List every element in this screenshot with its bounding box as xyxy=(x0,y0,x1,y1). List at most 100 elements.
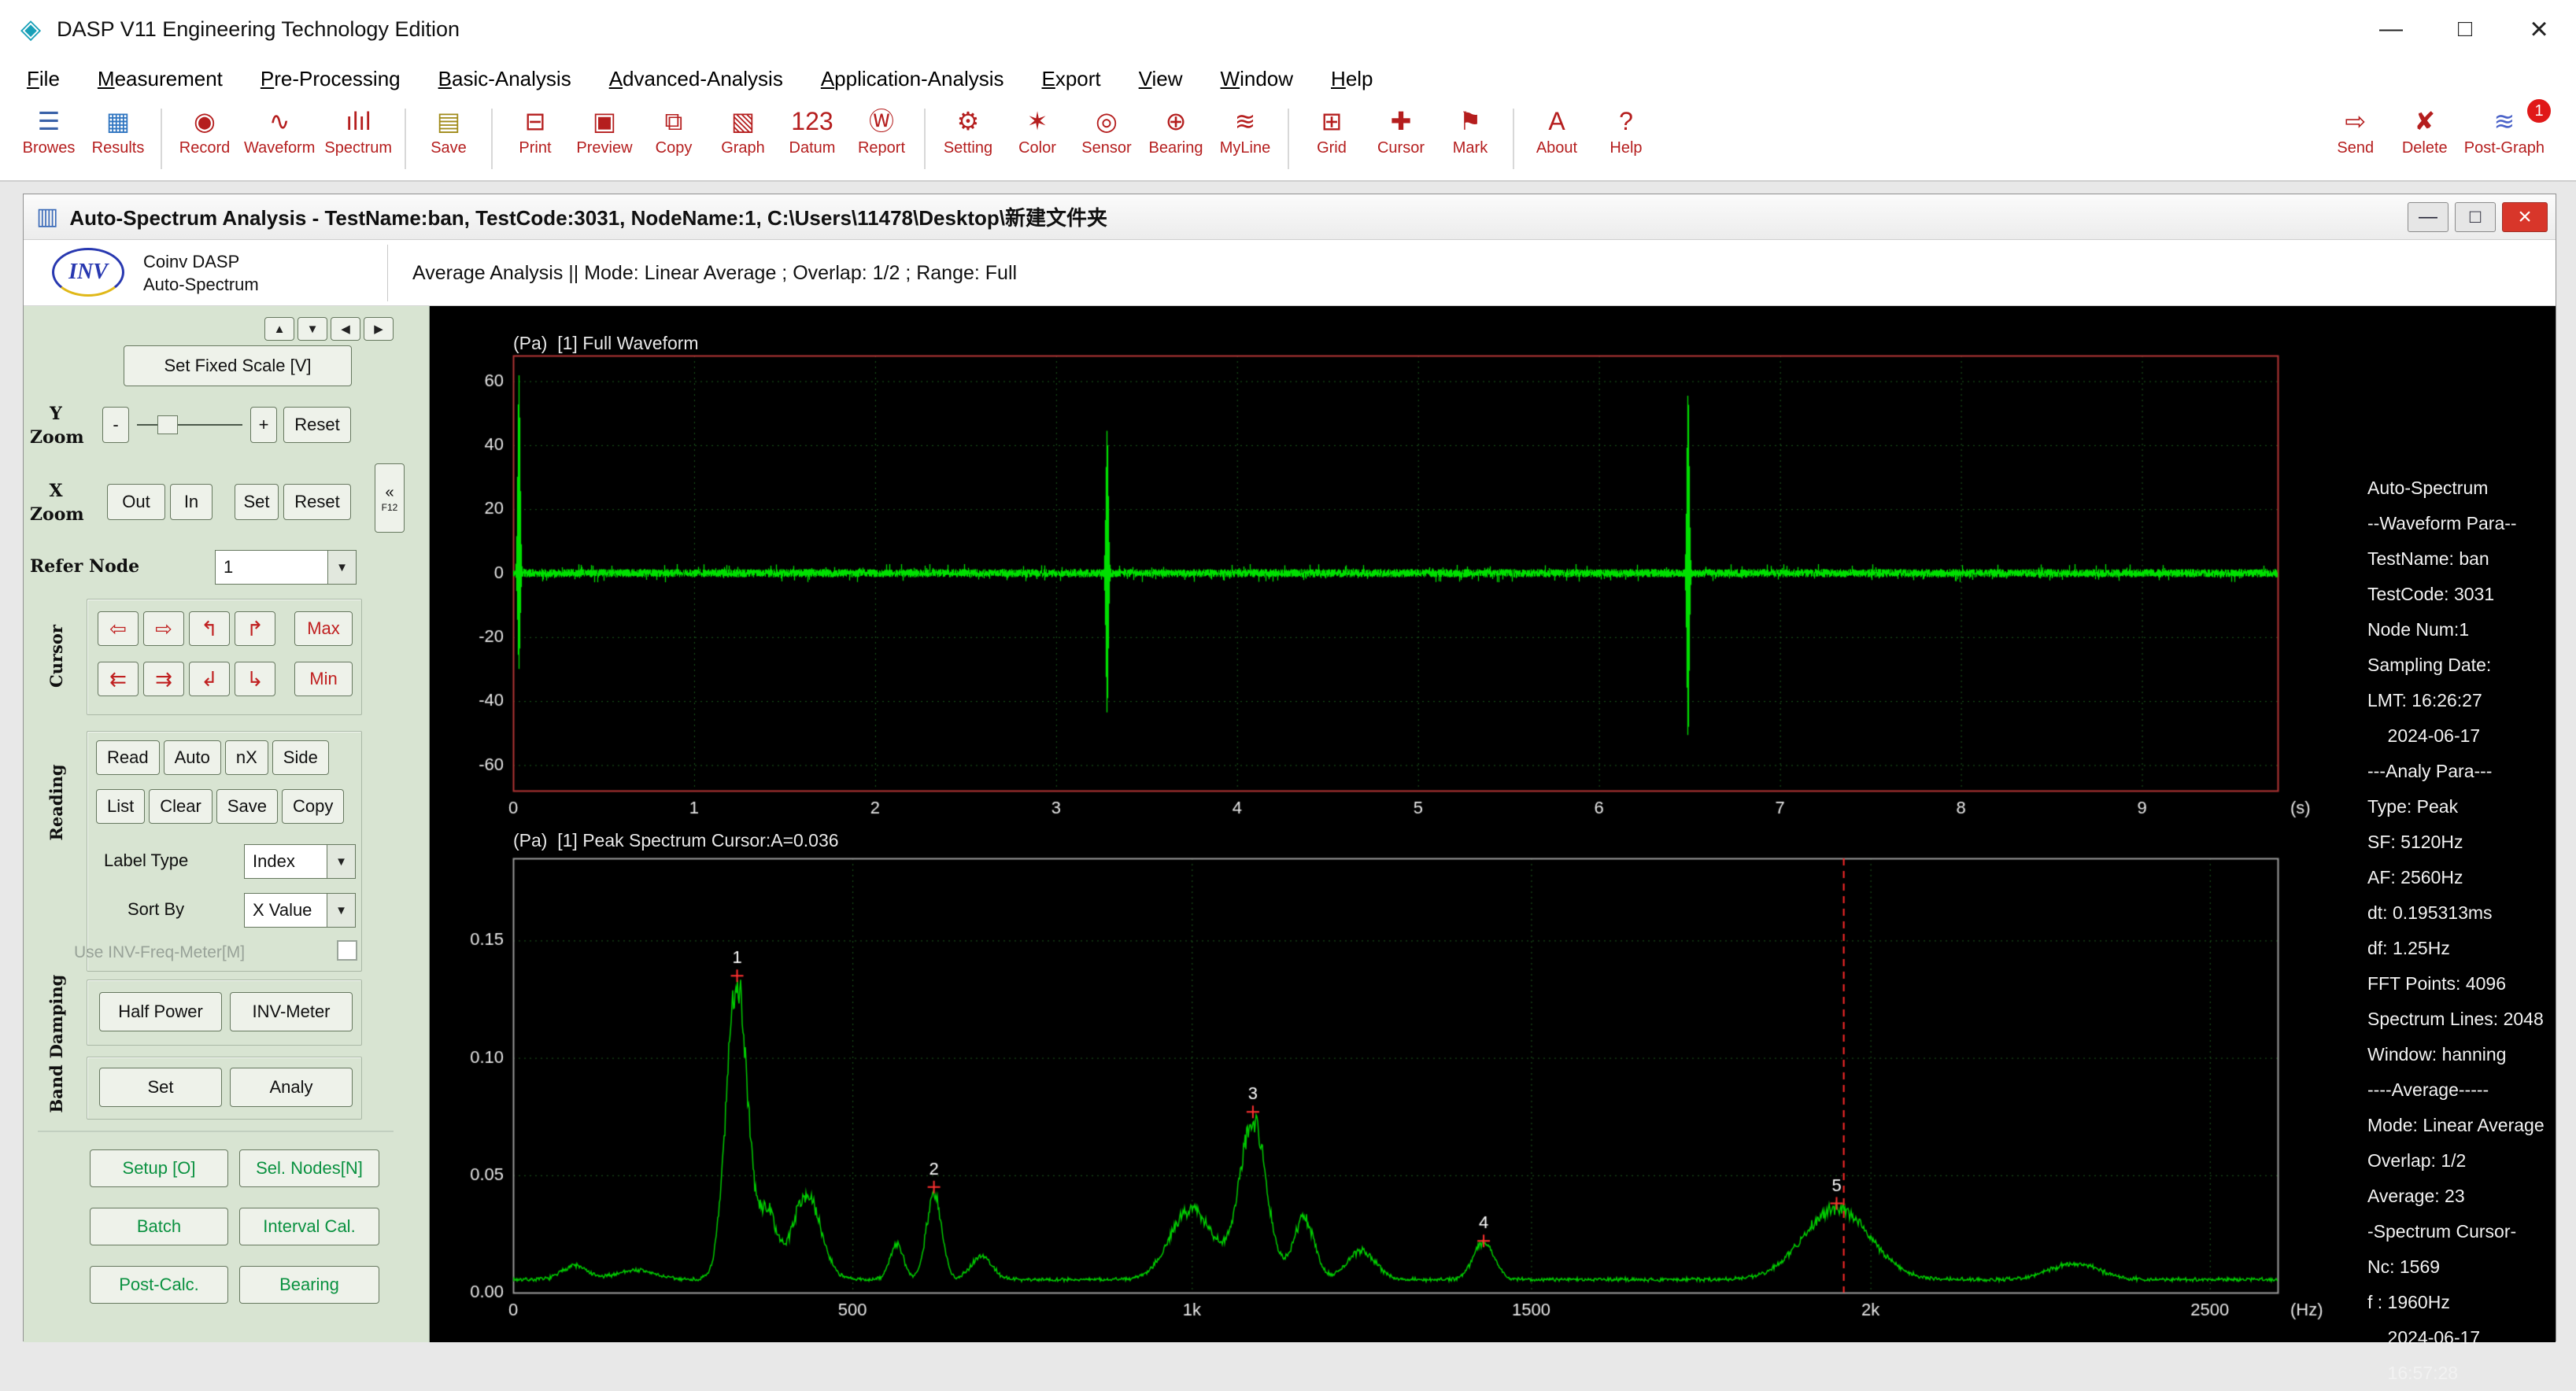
sort-by-select[interactable]: X Value ▼ xyxy=(244,893,356,928)
cursor-group-label: Cursor xyxy=(46,625,66,688)
refer-node-select[interactable]: 1 ▼ xyxy=(215,550,357,585)
x-zoom-set-button[interactable]: Set xyxy=(235,484,279,520)
toolbar-button[interactable]: Ⓦ Report xyxy=(847,102,916,180)
cursor-left-button[interactable]: ⇦ xyxy=(98,611,139,646)
set-fixed-scale-button[interactable]: Set Fixed Scale [V] xyxy=(124,345,352,386)
menu-item[interactable]: Export xyxy=(1023,58,1120,99)
menu-item[interactable]: Application-Analysis xyxy=(802,58,1023,99)
x-zoom-out-button[interactable]: Out xyxy=(107,484,165,520)
waveform-chart[interactable] xyxy=(430,328,2334,839)
x-zoom-reset-button[interactable]: Reset xyxy=(283,484,351,520)
toolbar-button[interactable]: ⧉ Copy xyxy=(639,102,708,180)
toolbar-button[interactable]: ◉ Record xyxy=(170,102,239,180)
half-power-button[interactable]: Half Power xyxy=(99,992,222,1031)
toolbar-button[interactable]: ≋ 1 Post-Graph xyxy=(2460,99,2551,159)
sidebar-action-button[interactable]: Interval Cal. xyxy=(239,1208,379,1245)
help-icon: ? xyxy=(1619,107,1633,135)
toolbar-button[interactable]: ◎ Sensor xyxy=(1072,102,1141,180)
analysis-window-titlebar[interactable]: ▥ Auto-Spectrum Analysis - TestName:ban,… xyxy=(24,194,2556,240)
scroll-left-button[interactable]: ◀ xyxy=(331,317,360,341)
toolbar-button[interactable]: ▧ Graph xyxy=(708,102,778,180)
cursor-prev-valley-button[interactable]: ↲ xyxy=(189,662,230,696)
slider-track xyxy=(137,424,242,426)
doc-maximize-icon[interactable]: □ xyxy=(2455,202,2496,232)
toolbar-separator xyxy=(923,109,926,169)
close-icon[interactable]: × xyxy=(2502,0,2576,58)
reading-button[interactable]: Side xyxy=(272,740,329,775)
sidebar-action-button[interactable]: Bearing xyxy=(239,1266,379,1304)
chevron-down-icon[interactable]: ▼ xyxy=(327,894,355,927)
sidebar-action-button[interactable]: Post-Calc. xyxy=(90,1266,228,1304)
menu-item[interactable]: View xyxy=(1120,58,1202,99)
y-zoom-in-button[interactable]: + xyxy=(250,407,277,443)
spectrum-chart[interactable] xyxy=(430,849,2334,1337)
y-zoom-slider[interactable] xyxy=(134,407,246,443)
freq-meter-checkbox[interactable] xyxy=(337,940,357,961)
toolbar-button[interactable]: ▦ Results xyxy=(83,102,153,180)
toolbar-button[interactable]: ⊞ Grid xyxy=(1297,102,1366,180)
maximize-icon[interactable]: □ xyxy=(2428,0,2502,58)
toolbar-button[interactable]: ⊕ Bearing xyxy=(1141,102,1210,180)
toolbar-button[interactable]: ▤ Save xyxy=(414,102,483,180)
toolbar-button[interactable]: ılıl Spectrum xyxy=(320,102,397,180)
menu-item[interactable]: Window xyxy=(1202,58,1312,99)
menu-item[interactable]: File xyxy=(8,58,79,99)
scroll-down-button[interactable]: ▼ xyxy=(298,317,327,341)
minimize-icon[interactable]: — xyxy=(2354,0,2428,58)
toolbar-button[interactable]: ⇨ Send xyxy=(2321,102,2390,159)
y-zoom-out-button[interactable]: - xyxy=(102,407,129,443)
menu-item[interactable]: Advanced-Analysis xyxy=(590,58,802,99)
cursor-fast-right-button[interactable]: ⇉ xyxy=(143,662,184,696)
reading-button[interactable]: List xyxy=(96,789,146,824)
sidebar-action-button[interactable]: Sel. Nodes[N] xyxy=(239,1149,379,1187)
toolbar-button[interactable]: ? Help xyxy=(1591,102,1661,180)
chevron-down-icon[interactable]: ▼ xyxy=(327,551,356,584)
cursor-right-button[interactable]: ⇨ xyxy=(143,611,184,646)
cursor-prev-peak-button[interactable]: ↰ xyxy=(189,611,230,646)
cursor-fast-left-button[interactable]: ⇇ xyxy=(98,662,139,696)
cursor-next-valley-button[interactable]: ↳ xyxy=(235,662,275,696)
band-analy-button[interactable]: Analy xyxy=(230,1068,353,1107)
toolbar-button[interactable]: ▣ Preview xyxy=(570,102,639,180)
scroll-right-button[interactable]: ▶ xyxy=(364,317,394,341)
y-zoom-reset-button[interactable]: Reset xyxy=(283,407,351,443)
reading-button[interactable]: Save xyxy=(216,789,278,824)
slider-handle[interactable] xyxy=(157,415,178,434)
bearing-icon: ⊕ xyxy=(1165,107,1187,135)
doc-close-icon[interactable]: × xyxy=(2502,202,2548,232)
reading-button[interactable]: Clear xyxy=(149,789,213,824)
menu-item[interactable]: Pre-Processing xyxy=(242,58,419,99)
toolbar-button[interactable]: ⚙ Setting xyxy=(933,102,1003,180)
reading-button[interactable]: Read xyxy=(96,740,160,775)
toolbar-button[interactable]: ⊟ Print xyxy=(501,102,570,180)
cursor-next-peak-button[interactable]: ↱ xyxy=(235,611,275,646)
cursor-min-button[interactable]: Min xyxy=(294,662,353,696)
toolbar-button[interactable]: ✘ Delete xyxy=(2390,102,2460,159)
inv-meter-button[interactable]: INV-Meter xyxy=(230,992,353,1031)
reading-button[interactable]: Copy xyxy=(281,789,345,824)
reading-button[interactable]: Auto xyxy=(163,740,221,775)
toolbar-button[interactable]: ✶ Color xyxy=(1003,102,1072,180)
menu-item[interactable]: Help xyxy=(1312,58,1391,99)
toolbar-button[interactable]: ✚ Cursor xyxy=(1366,102,1436,180)
scroll-up-button[interactable]: ▲ xyxy=(264,317,294,341)
x-zoom-in-button[interactable]: In xyxy=(170,484,213,520)
toolbar-button[interactable]: ≋ MyLine xyxy=(1210,102,1280,180)
collapse-panel-button[interactable]: « F12 xyxy=(375,463,405,533)
toolbar-button[interactable]: ∿ Waveform xyxy=(239,102,320,180)
info-line: dt: 0.195313ms xyxy=(2367,902,2493,923)
toolbar-button[interactable]: ☰ Browes xyxy=(14,102,83,180)
doc-minimize-icon[interactable]: — xyxy=(2408,202,2448,232)
sidebar-action-button[interactable]: Setup [O] xyxy=(90,1149,228,1187)
toolbar-button[interactable]: ⚑ Mark xyxy=(1436,102,1505,180)
band-set-button[interactable]: Set xyxy=(99,1068,222,1107)
chevron-down-icon[interactable]: ▼ xyxy=(327,845,355,878)
menu-item[interactable]: Measurement xyxy=(79,58,242,99)
toolbar-button[interactable]: A About xyxy=(1522,102,1591,180)
label-type-select[interactable]: Index ▼ xyxy=(244,844,356,879)
menu-item[interactable]: Basic-Analysis xyxy=(419,58,590,99)
sidebar-action-button[interactable]: Batch xyxy=(90,1208,228,1245)
reading-button[interactable]: nX xyxy=(224,740,268,775)
toolbar-button[interactable]: 123 Datum xyxy=(778,102,847,180)
cursor-max-button[interactable]: Max xyxy=(294,611,353,646)
